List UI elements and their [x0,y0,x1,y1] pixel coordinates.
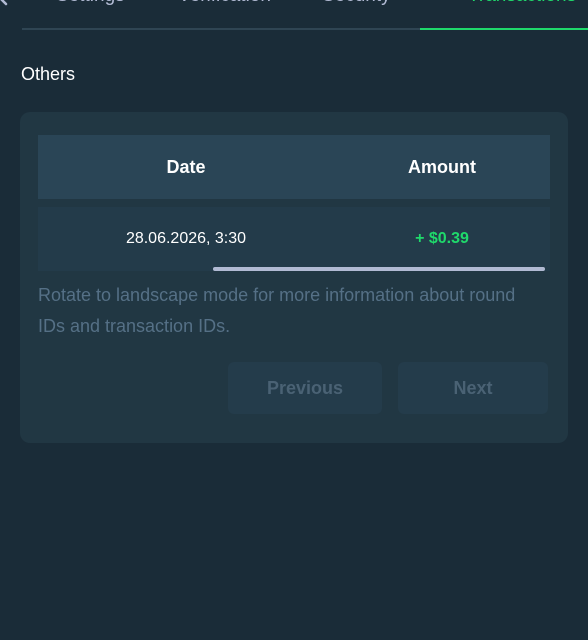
tab-transactions[interactable]: Transactions [468,0,576,16]
column-header-amount: Amount [408,156,476,177]
transactions-card: Date Amount 28.06.2026, 3:30 + $0.39 Rot… [20,112,568,443]
previous-button[interactable]: Previous [228,362,382,414]
tab-security[interactable]: Security [322,0,391,16]
transactions-page: Settings Verification Security Transacti… [0,0,588,640]
table-row[interactable]: 28.06.2026, 3:30 + $0.39 [38,207,550,271]
tabbar-divider [22,28,420,30]
tab-verification[interactable]: Verification [178,0,271,16]
landscape-hint: Rotate to landscape mode for more inform… [38,285,516,336]
chevron-left-icon[interactable] [0,0,12,6]
horizontal-scrollbar[interactable] [213,267,545,271]
transaction-date: 28.06.2026, 3:30 [125,230,247,247]
next-button[interactable]: Next [398,362,548,414]
tab-settings[interactable]: Settings [56,0,125,16]
account-tabbar: Settings Verification Security Transacti… [0,0,588,30]
transaction-amount: + $0.39 [415,230,469,247]
active-tab-indicator [420,28,588,30]
column-header-date: Date [166,156,206,177]
section-title: Others [21,64,76,84]
table-header: Date Amount [38,135,550,199]
